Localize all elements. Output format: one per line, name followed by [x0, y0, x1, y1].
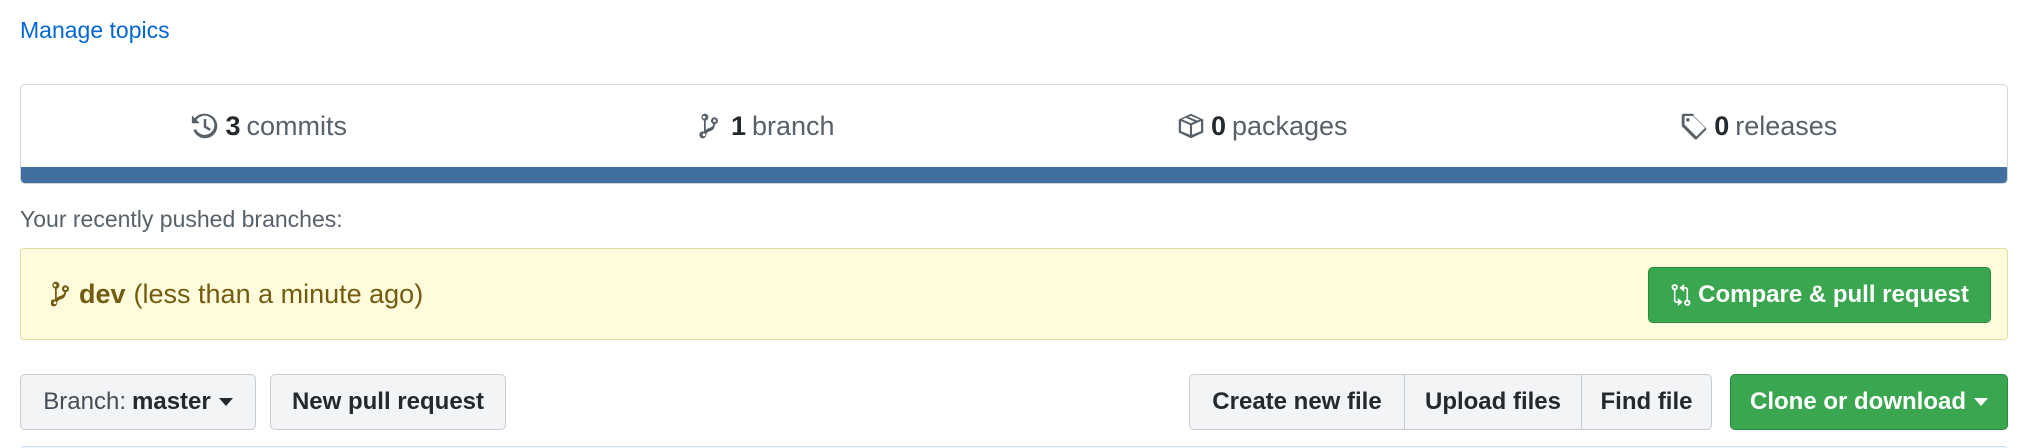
- find-file-button[interactable]: Find file: [1581, 374, 1712, 430]
- recent-branch-banner: dev (less than a minute ago) Compare & p…: [20, 248, 2008, 340]
- manage-topics-link[interactable]: Manage topics: [20, 17, 170, 44]
- upload-files-button[interactable]: Upload files: [1404, 374, 1582, 430]
- recent-branch-info: dev (less than a minute ago): [51, 279, 423, 310]
- branch-select-button[interactable]: Branch: master: [20, 374, 256, 430]
- new-pull-request-button[interactable]: New pull request: [270, 374, 506, 430]
- branch-prefix: Branch:: [43, 388, 126, 415]
- history-icon: [192, 113, 218, 139]
- branches-label: branch: [751, 110, 835, 141]
- recent-branches-heading: Your recently pushed branches:: [20, 206, 343, 232]
- releases-count: 0: [1714, 110, 1730, 141]
- recent-branch-time: (less than a minute ago): [133, 278, 424, 309]
- commits-count: 3: [225, 110, 241, 141]
- packages-link[interactable]: 0 packages: [1014, 111, 1511, 142]
- recent-branch-name[interactable]: dev: [79, 279, 126, 310]
- numbers-summary: 3 commits 1 branch 0 packages 0 releases: [20, 84, 2008, 184]
- releases-link[interactable]: 0 releases: [1511, 111, 2008, 142]
- summary-row: 3 commits 1 branch 0 packages 0 releases: [21, 85, 2007, 167]
- branches-count: 1: [730, 110, 746, 141]
- compare-pull-request-button[interactable]: Compare & pull request: [1648, 267, 1991, 323]
- repo-overview: Manage topics 3 commits 1 branch 0 packa…: [0, 0, 2030, 448]
- compare-pull-request-label: Compare & pull request: [1698, 281, 1969, 308]
- clone-download-label: Clone or download: [1750, 388, 1966, 415]
- package-icon: [1178, 113, 1204, 139]
- git-compare-icon: [1671, 284, 1691, 306]
- branch-value: master: [132, 388, 211, 415]
- tag-icon: [1681, 113, 1707, 140]
- caret-down-icon: [218, 398, 233, 406]
- language-bar[interactable]: [21, 167, 2007, 183]
- clone-download-button[interactable]: Clone or download: [1730, 374, 2008, 430]
- commits-label: commits: [246, 110, 348, 141]
- file-actions-group: Create new file Upload files Find file: [1189, 374, 1712, 430]
- git-branch-icon: [51, 281, 70, 307]
- packages-count: 0: [1210, 110, 1226, 141]
- create-new-file-button[interactable]: Create new file: [1189, 374, 1405, 430]
- git-branch-icon: [699, 113, 718, 139]
- commits-link[interactable]: 3 commits: [21, 111, 518, 142]
- branches-link[interactable]: 1 branch: [518, 111, 1015, 142]
- packages-label: packages: [1231, 110, 1348, 141]
- caret-down-icon: [1974, 398, 1988, 406]
- releases-label: releases: [1735, 110, 1838, 141]
